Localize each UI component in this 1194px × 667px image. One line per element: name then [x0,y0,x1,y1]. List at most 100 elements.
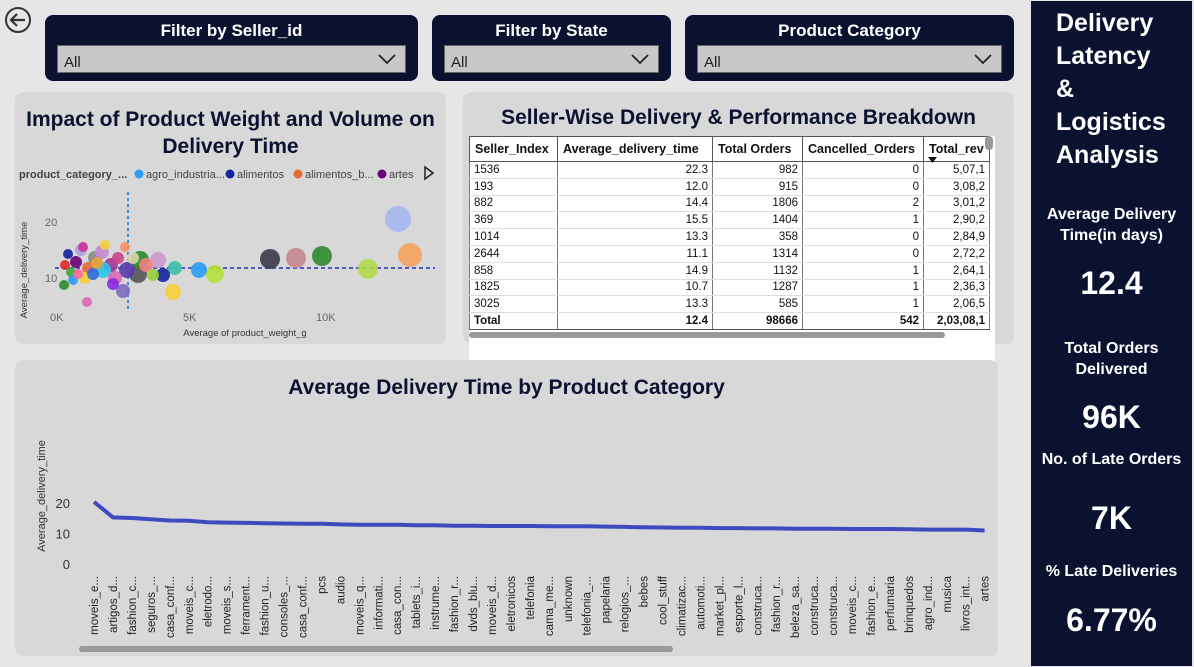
table-cell: 585 [712,295,803,314]
seller-filter-dropdown[interactable]: All [57,45,406,73]
scatter-point[interactable] [312,246,332,266]
avg-delivery-label-line1: Average Delivery [1046,206,1177,223]
table-cell: 1014 [469,228,558,246]
state-filter-dropdown[interactable]: All [444,45,659,73]
scatter-point[interactable] [206,265,224,283]
line-xtick: cool_stuff [658,575,670,625]
avg-delivery-label-line2: Time(in days) [1060,227,1163,244]
legend-next-icon[interactable] [424,165,435,181]
col-total-orders[interactable]: Total Orders [712,136,803,162]
line-xtick: relogios_... [620,576,632,632]
line-chart-scrollbar[interactable] [79,646,673,652]
scatter-point[interactable] [87,268,99,280]
scatter-point[interactable] [107,278,119,290]
scatter-point[interactable] [127,252,139,264]
scatter-ylabel: Average_delivery_time [19,222,30,318]
scatter-point[interactable] [100,240,110,250]
table-vertical-scrollbar[interactable] [985,136,993,150]
table-horizontal-scrollbar[interactable] [469,332,945,338]
category-filter: Product Category All [685,15,1014,81]
scatter-legend: agro_industria... alimentos alimentos_b...… [134,169,414,181]
line-chart[interactable]: Average_delivery_time 0 10 20 moveis_e... a… [15,360,998,656]
avg-delivery-label: Average Delivery Time(in days) [1031,204,1192,246]
scatter-point[interactable] [112,252,124,264]
line-xtick: unknown [563,576,575,622]
line-xtick: moveis_c... [184,576,196,634]
scatter-point[interactable] [168,261,182,275]
col-total-revenue[interactable]: Total_rev [923,136,990,163]
scatter-point[interactable] [120,242,130,252]
col-avg-delivery[interactable]: Average_delivery_time [557,136,713,162]
line-xtick: fashion_u... [260,576,272,635]
line-xtick: construca... [752,576,764,635]
table-row[interactable]: 3025 13.3 585 1 2,06,5 [469,295,990,314]
table-row[interactable]: 1014 13.3 358 0 2,84,9 [469,228,990,246]
col-cancelled-orders[interactable]: Cancelled_Orders [802,136,924,162]
line-xtick: fashion_e... [866,576,878,635]
table-cell: 14.9 [557,262,713,280]
line-xtick: moveis_q... [354,576,366,635]
line-xtick: market_pl... [714,576,726,636]
table-cell: 3025 [469,295,558,314]
line-xtick: instrume... [430,576,442,630]
line-ylabel: Average_delivery_time [36,440,48,552]
scatter-point[interactable] [70,256,82,268]
scatter-point[interactable] [59,280,69,290]
table-row[interactable]: 1825 10.7 1287 1 2,36,3 [469,279,990,297]
scatter-point[interactable] [385,206,411,232]
line-xtick: bebes [639,576,651,608]
scatter-point[interactable] [358,259,378,279]
col-seller-index[interactable]: Seller_Index [469,136,558,162]
scatter-xtick-0: 0K [50,312,64,324]
table-cell: 2644 [469,245,558,263]
table-cell: 0 [802,161,924,179]
line-ytick: 10 [56,527,70,542]
line-xtick: artes [980,576,992,602]
category-filter-title: Product Category [778,21,921,40]
line-xtick: audio [335,576,347,604]
back-arrow-icon[interactable] [4,6,32,34]
legend-marker [293,169,303,179]
line-xtick: dvds_blu... [468,576,480,632]
table-cell: 1825 [469,279,558,297]
category-filter-dropdown[interactable]: All [697,45,1002,73]
legend-title: product_category_... [19,169,127,181]
scatter-point[interactable] [78,242,88,252]
table-cell: 13.3 [557,228,713,246]
table-row[interactable]: 2644 11.1 1314 0 2,72,2 [469,245,990,263]
scatter-point[interactable] [73,269,83,279]
line-xtick: construca... [828,576,840,635]
table-cell: 1 [802,295,924,314]
table-cell: 2,72,2 [923,245,990,263]
scatter-point[interactable] [91,257,103,269]
scatter-plot[interactable]: product_category_... agro_industria... al… [15,92,446,344]
table-row[interactable]: 882 14.4 1806 2 3,01,2 [469,195,990,213]
scatter-point[interactable] [165,284,181,300]
line-xtick: fashion_c... [127,576,139,635]
table-row[interactable]: 369 15.5 1404 1 2,90,2 [469,211,990,230]
table-cell: 5,07,1 [923,161,990,179]
line-xtick: informati... [373,576,385,630]
scatter-point[interactable] [260,249,280,269]
table-row[interactable]: 193 12.0 915 0 3,08,2 [469,178,990,196]
line-xtick: casa_conf... [165,576,177,638]
scatter-point[interactable] [60,260,70,270]
legend-marker [225,169,235,179]
scatter-point[interactable] [63,249,73,259]
scatter-point[interactable] [191,262,207,278]
table-cell: Total [469,312,558,330]
table-cell: 98666 [712,312,803,330]
scatter-point[interactable] [398,243,422,267]
line-xtick: fashion_r... [449,576,461,632]
legend-label: alimentos_b... [305,169,373,181]
orders-label-line2: Delivered [1075,361,1148,378]
scatter-point[interactable] [286,248,306,268]
table-row[interactable]: 1536 22.3 982 0 5,07,1 [469,161,990,179]
scatter-point[interactable] [147,269,159,281]
line-xtick: casa_con... [392,576,404,635]
line-xtick: automoti... [695,576,707,630]
scatter-point[interactable] [82,297,92,307]
table-total-row[interactable]: Total 12.4 98666 542 2,03,08,1 [469,312,990,330]
line-xtick: moveis_s... [222,576,234,634]
table-row[interactable]: 858 14.9 1132 1 2,64,1 [469,262,990,280]
